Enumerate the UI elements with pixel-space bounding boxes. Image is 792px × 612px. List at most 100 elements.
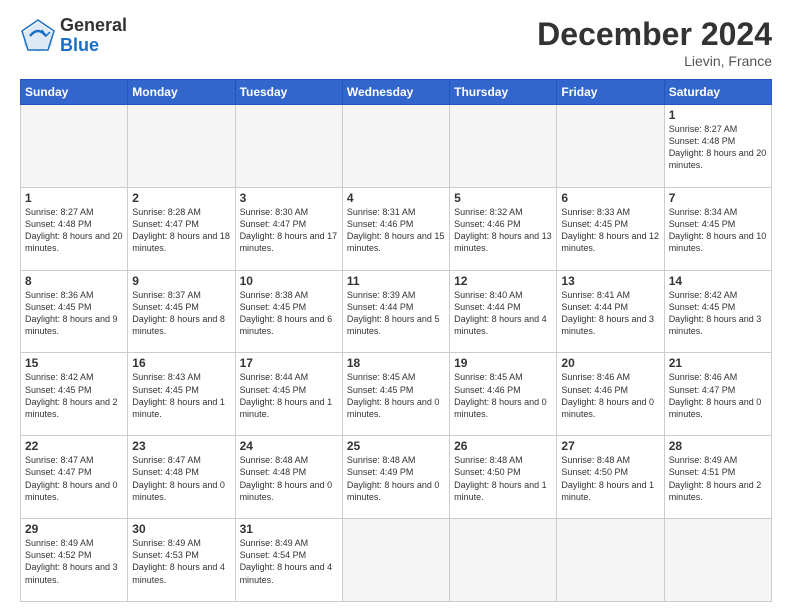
day-info: Sunrise: 8:40 AMSunset: 4:44 PMDaylight:… (454, 290, 547, 336)
day-number: 6 (561, 191, 659, 205)
day-info: Sunrise: 8:42 AMSunset: 4:45 PMDaylight:… (669, 290, 762, 336)
calendar-cell: 27 Sunrise: 8:48 AMSunset: 4:50 PMDaylig… (557, 436, 664, 519)
calendar-cell: 14 Sunrise: 8:42 AMSunset: 4:45 PMDaylig… (664, 270, 771, 353)
day-number: 1 (25, 191, 123, 205)
calendar-cell: 22 Sunrise: 8:47 AMSunset: 4:47 PMDaylig… (21, 436, 128, 519)
day-number: 10 (240, 274, 338, 288)
day-info: Sunrise: 8:48 AMSunset: 4:48 PMDaylight:… (240, 455, 333, 501)
day-info: Sunrise: 8:49 AMSunset: 4:51 PMDaylight:… (669, 455, 762, 501)
day-number: 27 (561, 439, 659, 453)
day-info: Sunrise: 8:28 AMSunset: 4:47 PMDaylight:… (132, 207, 230, 253)
page: General Blue December 2024 Lievin, Franc… (0, 0, 792, 612)
day-info: Sunrise: 8:46 AMSunset: 4:47 PMDaylight:… (669, 372, 762, 418)
calendar-cell: 1 Sunrise: 8:27 AMSunset: 4:48 PMDayligh… (664, 105, 771, 188)
day-number: 7 (669, 191, 767, 205)
title-area: December 2024 Lievin, France (537, 16, 772, 69)
day-number: 3 (240, 191, 338, 205)
day-number: 16 (132, 356, 230, 370)
calendar-cell: 10 Sunrise: 8:38 AMSunset: 4:45 PMDaylig… (235, 270, 342, 353)
day-info: Sunrise: 8:33 AMSunset: 4:45 PMDaylight:… (561, 207, 659, 253)
day-info: Sunrise: 8:46 AMSunset: 4:46 PMDaylight:… (561, 372, 654, 418)
calendar-cell: 18 Sunrise: 8:45 AMSunset: 4:45 PMDaylig… (342, 353, 449, 436)
calendar-cell: 16 Sunrise: 8:43 AMSunset: 4:45 PMDaylig… (128, 353, 235, 436)
calendar-cell: 6 Sunrise: 8:33 AMSunset: 4:45 PMDayligh… (557, 187, 664, 270)
calendar-cell (557, 105, 664, 188)
calendar-header-thursday: Thursday (450, 80, 557, 105)
day-info: Sunrise: 8:47 AMSunset: 4:47 PMDaylight:… (25, 455, 118, 501)
calendar-cell: 1 Sunrise: 8:27 AMSunset: 4:48 PMDayligh… (21, 187, 128, 270)
day-info: Sunrise: 8:31 AMSunset: 4:46 PMDaylight:… (347, 207, 445, 253)
calendar-cell: 17 Sunrise: 8:44 AMSunset: 4:45 PMDaylig… (235, 353, 342, 436)
day-info: Sunrise: 8:30 AMSunset: 4:47 PMDaylight:… (240, 207, 338, 253)
day-info: Sunrise: 8:34 AMSunset: 4:45 PMDaylight:… (669, 207, 767, 253)
day-info: Sunrise: 8:48 AMSunset: 4:50 PMDaylight:… (454, 455, 547, 501)
day-number: 28 (669, 439, 767, 453)
day-info: Sunrise: 8:43 AMSunset: 4:45 PMDaylight:… (132, 372, 225, 418)
calendar-cell: 5 Sunrise: 8:32 AMSunset: 4:46 PMDayligh… (450, 187, 557, 270)
day-info: Sunrise: 8:39 AMSunset: 4:44 PMDaylight:… (347, 290, 440, 336)
day-info: Sunrise: 8:32 AMSunset: 4:46 PMDaylight:… (454, 207, 552, 253)
calendar-cell: 24 Sunrise: 8:48 AMSunset: 4:48 PMDaylig… (235, 436, 342, 519)
day-info: Sunrise: 8:45 AMSunset: 4:46 PMDaylight:… (454, 372, 547, 418)
calendar-cell (557, 519, 664, 602)
day-number: 25 (347, 439, 445, 453)
day-number: 4 (347, 191, 445, 205)
calendar-header-sunday: Sunday (21, 80, 128, 105)
day-info: Sunrise: 8:48 AMSunset: 4:50 PMDaylight:… (561, 455, 654, 501)
day-number: 30 (132, 522, 230, 536)
calendar-header-saturday: Saturday (664, 80, 771, 105)
day-number: 19 (454, 356, 552, 370)
calendar-cell: 19 Sunrise: 8:45 AMSunset: 4:46 PMDaylig… (450, 353, 557, 436)
calendar-cell: 20 Sunrise: 8:46 AMSunset: 4:46 PMDaylig… (557, 353, 664, 436)
calendar-cell: 13 Sunrise: 8:41 AMSunset: 4:44 PMDaylig… (557, 270, 664, 353)
calendar-week-6: 29 Sunrise: 8:49 AMSunset: 4:52 PMDaylig… (21, 519, 772, 602)
calendar-header-monday: Monday (128, 80, 235, 105)
day-info: Sunrise: 8:42 AMSunset: 4:45 PMDaylight:… (25, 372, 118, 418)
calendar-cell: 29 Sunrise: 8:49 AMSunset: 4:52 PMDaylig… (21, 519, 128, 602)
calendar-cell: 11 Sunrise: 8:39 AMSunset: 4:44 PMDaylig… (342, 270, 449, 353)
day-info: Sunrise: 8:27 AMSunset: 4:48 PMDaylight:… (669, 124, 767, 170)
day-info: Sunrise: 8:44 AMSunset: 4:45 PMDaylight:… (240, 372, 333, 418)
day-number: 20 (561, 356, 659, 370)
day-number: 18 (347, 356, 445, 370)
logo: General Blue (20, 16, 127, 56)
calendar-cell (21, 105, 128, 188)
calendar-week-1: 1 Sunrise: 8:27 AMSunset: 4:48 PMDayligh… (21, 105, 772, 188)
day-info: Sunrise: 8:38 AMSunset: 4:45 PMDaylight:… (240, 290, 333, 336)
calendar-week-3: 8 Sunrise: 8:36 AMSunset: 4:45 PMDayligh… (21, 270, 772, 353)
day-number: 15 (25, 356, 123, 370)
calendar-header-row: SundayMondayTuesdayWednesdayThursdayFrid… (21, 80, 772, 105)
calendar-cell (235, 105, 342, 188)
day-number: 11 (347, 274, 445, 288)
calendar-header-tuesday: Tuesday (235, 80, 342, 105)
day-number: 29 (25, 522, 123, 536)
day-number: 9 (132, 274, 230, 288)
calendar-cell: 25 Sunrise: 8:48 AMSunset: 4:49 PMDaylig… (342, 436, 449, 519)
logo-blue-text: Blue (60, 36, 127, 56)
day-number: 17 (240, 356, 338, 370)
calendar-cell: 9 Sunrise: 8:37 AMSunset: 4:45 PMDayligh… (128, 270, 235, 353)
calendar-week-5: 22 Sunrise: 8:47 AMSunset: 4:47 PMDaylig… (21, 436, 772, 519)
day-info: Sunrise: 8:45 AMSunset: 4:45 PMDaylight:… (347, 372, 440, 418)
day-number: 14 (669, 274, 767, 288)
calendar-cell (128, 105, 235, 188)
calendar-header-wednesday: Wednesday (342, 80, 449, 105)
location: Lievin, France (537, 53, 772, 69)
calendar-cell: 23 Sunrise: 8:47 AMSunset: 4:48 PMDaylig… (128, 436, 235, 519)
calendar-cell: 26 Sunrise: 8:48 AMSunset: 4:50 PMDaylig… (450, 436, 557, 519)
logo-general-text: General (60, 16, 127, 36)
day-info: Sunrise: 8:49 AMSunset: 4:52 PMDaylight:… (25, 538, 118, 584)
day-info: Sunrise: 8:37 AMSunset: 4:45 PMDaylight:… (132, 290, 225, 336)
day-number: 31 (240, 522, 338, 536)
day-info: Sunrise: 8:49 AMSunset: 4:53 PMDaylight:… (132, 538, 225, 584)
calendar-cell: 30 Sunrise: 8:49 AMSunset: 4:53 PMDaylig… (128, 519, 235, 602)
logo-text: General Blue (60, 16, 127, 56)
day-info: Sunrise: 8:49 AMSunset: 4:54 PMDaylight:… (240, 538, 333, 584)
calendar-cell: 8 Sunrise: 8:36 AMSunset: 4:45 PMDayligh… (21, 270, 128, 353)
day-number: 21 (669, 356, 767, 370)
day-info: Sunrise: 8:36 AMSunset: 4:45 PMDaylight:… (25, 290, 118, 336)
day-number: 2 (132, 191, 230, 205)
calendar-cell: 15 Sunrise: 8:42 AMSunset: 4:45 PMDaylig… (21, 353, 128, 436)
calendar-week-4: 15 Sunrise: 8:42 AMSunset: 4:45 PMDaylig… (21, 353, 772, 436)
calendar-cell: 28 Sunrise: 8:49 AMSunset: 4:51 PMDaylig… (664, 436, 771, 519)
